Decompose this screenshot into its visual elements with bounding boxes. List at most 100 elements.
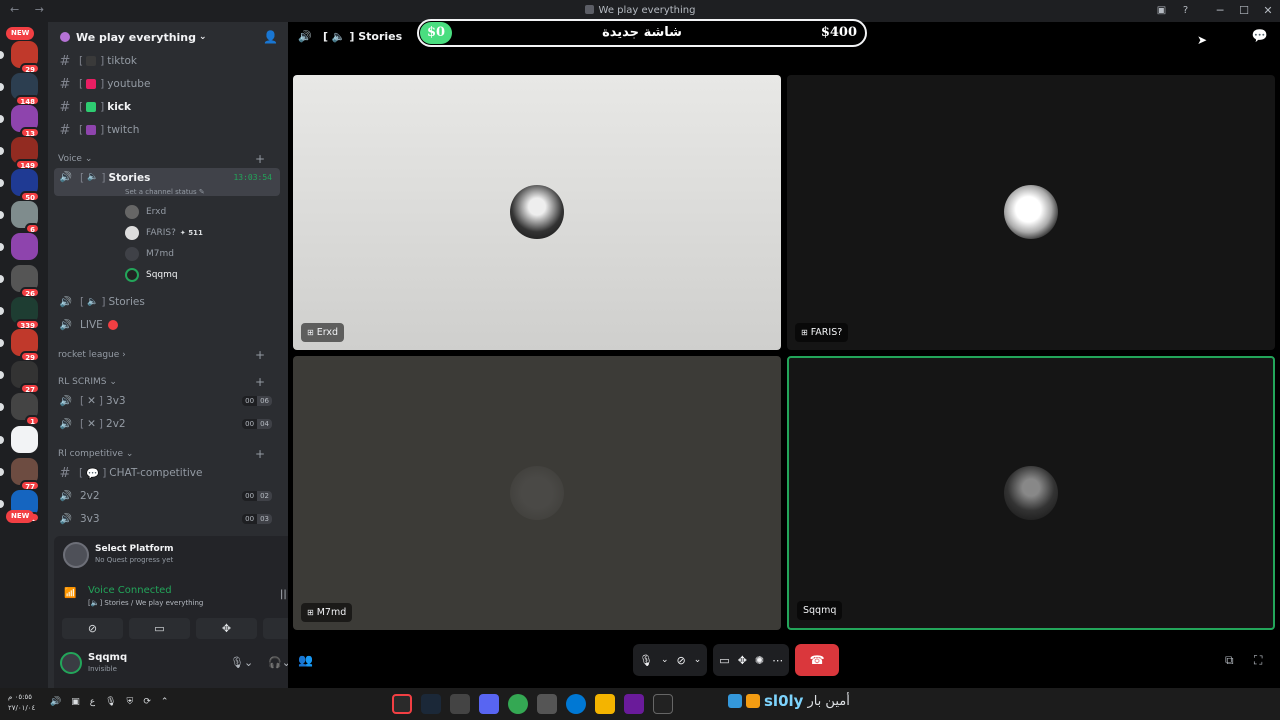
camera-off-button[interactable]: ⊘ [62,618,123,639]
chat-icon[interactable]: 💬 [1252,29,1268,44]
server-icon[interactable]: 148 [11,73,40,106]
actions-group: ▭ ✥ ✺ ⋯ [713,644,790,676]
network-icon[interactable]: ▣ [71,697,80,707]
popout-icon[interactable]: ⧉ [1225,653,1234,668]
participant-tile-erxd[interactable]: ⊞ Erxd [293,75,781,350]
channel-kick[interactable]: #[] kick [54,96,280,118]
member-badge-text: 511 [188,229,203,237]
server-icon[interactable]: 29 [11,41,40,74]
channel-tiktok[interactable]: #[] tiktok [54,50,280,72]
channel-label: 3v3 [106,395,126,407]
category-rl-scrims[interactable]: RL SCRIMS ⌄ + [58,375,265,389]
server-icon[interactable]: 149 [11,137,40,170]
tray-expand-icon[interactable]: ⌃ [161,697,169,707]
category-rocket-league[interactable]: rocket league › + [58,348,265,362]
live-dot-icon [107,320,118,330]
server-icon[interactable]: 29 [11,329,40,362]
server-icon[interactable]: 27 [11,361,40,394]
edge-icon[interactable] [566,694,586,714]
count-a: 00 [242,491,258,501]
language-icon[interactable]: ع [90,697,95,707]
add-member-icon[interactable]: 👤 [263,30,278,44]
chevron-down-icon[interactable]: ⌄ [661,655,669,665]
app-icon [584,5,594,14]
app-icon-10[interactable] [653,694,673,714]
channel-youtube[interactable]: #[] youtube [54,73,280,95]
server-icon[interactable]: 77 [11,458,40,491]
more-icon[interactable]: ⋯ [772,654,783,667]
category-label: RL SCRIMS [58,377,107,387]
volume-icon[interactable]: 🔊 [50,697,61,707]
window-controls: ─ ☐ ✕ [1208,0,1280,22]
close-icon[interactable]: ✕ [1256,0,1280,22]
mic-tray-icon[interactable]: 🎙 [105,697,116,707]
voice-channel-3v3[interactable]: 🔊[✕] 3v3 00 06 [54,390,280,412]
add-channel-icon[interactable]: + [255,152,265,166]
participant-tile-m7md[interactable]: ⊞ M7md [293,356,781,630]
server-icon[interactable] [11,426,38,453]
add-channel-icon[interactable]: + [255,375,265,389]
voice-location: Stories / We play everything [104,599,204,607]
inbox-icon[interactable]: ▣ [1155,4,1168,17]
microphone-icon[interactable]: 🎙⌄ [230,656,253,669]
chrome-icon[interactable] [508,694,528,714]
voice-channel-comp-3v3[interactable]: 🔊 3v3 00 03 [54,508,280,530]
add-channel-icon[interactable]: + [255,447,265,461]
app-icon-1[interactable] [392,694,412,714]
soundboard-icon[interactable]: ✺ [755,654,764,667]
guild-header[interactable]: We play everything ⌄ 👤 [48,22,288,52]
minimize-icon[interactable]: ─ [1208,0,1232,22]
app-icon-3[interactable] [450,694,470,714]
category-voice[interactable]: Voice ⌄ + [58,152,265,166]
participant-tile-faris[interactable]: ⊞ FARIS? [787,75,1275,350]
screen-share-icon[interactable]: ▭ [719,654,729,667]
maximize-icon[interactable]: ☐ [1232,0,1256,22]
server-icon[interactable] [11,233,38,260]
avatar [125,205,139,219]
screen-share-button[interactable]: ▭ [129,618,190,639]
activities-icon[interactable]: ✥ [738,654,747,667]
camera-off-icon[interactable]: ⊘ [677,654,686,667]
file-explorer-icon[interactable] [595,694,615,714]
microphone-icon[interactable]: 🎙 [639,654,653,667]
participant-tile-sqqmq[interactable]: Sqqmq [787,356,1275,630]
category-rl-competitive[interactable]: Rl competitive ⌄ + [58,447,265,461]
server-icon[interactable]: 13 [11,105,40,138]
channel-twitch[interactable]: #[] twitch [54,119,280,141]
user-avatar[interactable] [60,652,82,674]
category-label: Voice [58,154,82,164]
app-icon-9[interactable] [624,694,644,714]
voice-connected-title[interactable]: Voice Connected [88,585,172,596]
invite-icon[interactable]: 👥 [298,653,313,667]
server-icon[interactable]: 339 [11,297,40,330]
help-icon[interactable]: ? [1179,4,1192,17]
system-clock[interactable]: ٠٥:٥٥ م ٢٧/٠١/٠٤ [8,692,35,714]
fullscreen-icon[interactable]: ⛶ [1254,653,1262,668]
voice-channel-comp-2v2[interactable]: 🔊 2v2 00 02 [54,485,280,507]
leave-call-button[interactable]: ☎ [795,644,840,676]
channel-chat-competitive[interactable]: #[💬] CHAT-competitive [54,462,280,484]
voice-channel-stories[interactable]: 🔊[🔈] Stories [54,291,280,313]
voice-channel-2v2[interactable]: 🔊[✕] 2v2 00 04 [54,413,280,435]
user-count: 00 06 [242,396,272,406]
guild-icon [60,32,70,42]
app-icon-6[interactable] [537,694,557,714]
server-icon[interactable]: 6 [11,201,40,234]
server-icon[interactable]: 50 [11,169,40,202]
activities-button[interactable]: ✥ [196,618,257,639]
channel-status-link[interactable]: Set a channel status ✎ [125,188,205,196]
server-icon[interactable]: 1 [11,393,40,426]
add-channel-icon[interactable]: + [255,348,265,362]
server-icon[interactable]: 26 [11,265,40,298]
security-icon[interactable]: ⛨ [127,697,134,707]
voice-channel-live[interactable]: 🔊 LIVE [54,314,280,336]
channel-label: twitch [107,124,140,136]
steam-icon[interactable] [421,694,441,714]
discord-icon[interactable] [479,694,499,714]
chevron-down-icon[interactable]: ⌄ [694,655,702,665]
voice-connected-subtitle[interactable]: [🔈] Stories / We play everything [88,599,203,607]
sync-icon[interactable]: ⟳ [143,697,151,707]
signal-icon[interactable]: 📶 [64,588,76,599]
participant-name: M7md [316,607,347,618]
user-name[interactable]: Sqqmq [88,652,127,663]
